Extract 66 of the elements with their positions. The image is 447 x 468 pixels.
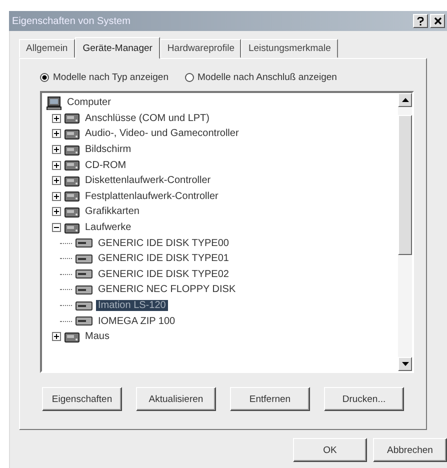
radio-label[interactable]: Modelle nach Typ anzeigen xyxy=(53,72,168,82)
dialog-button[interactable]: Drucken... xyxy=(324,387,404,411)
device-icon xyxy=(64,142,80,157)
up-arrow-icon xyxy=(402,98,408,102)
window-title: Eigenschaften von System xyxy=(12,16,132,26)
tab[interactable]: Allgemein xyxy=(19,39,75,58)
tree-item[interactable]: CD-ROM xyxy=(83,160,128,171)
dialog-button[interactable]: Entfernen xyxy=(230,387,310,411)
collapse-icon[interactable] xyxy=(52,223,61,232)
tree-item[interactable]: Anschlüsse (COM und LPT) xyxy=(83,112,212,124)
tab[interactable]: Leistungsmerkmale xyxy=(241,39,338,58)
help-button[interactable] xyxy=(413,14,428,28)
device-icon xyxy=(64,158,80,172)
tree-item[interactable]: GENERIC NEC FLOPPY DISK xyxy=(96,284,238,296)
dialog-button[interactable]: Aktualisieren xyxy=(136,387,216,411)
close-icon xyxy=(434,17,442,25)
drive-icon xyxy=(75,300,93,311)
drive-icon xyxy=(75,238,93,248)
tree-item[interactable]: Audio-, Video- und Gamecontroller xyxy=(83,128,241,140)
tree-item[interactable]: Festplattenlaufwerk-Controller xyxy=(83,190,220,202)
drive-icon xyxy=(75,269,93,280)
radio-label[interactable]: Modelle nach Anschluß anzeigen xyxy=(198,72,337,82)
device-icon xyxy=(64,126,80,141)
scrollbar[interactable] xyxy=(398,93,412,371)
tab[interactable]: Geräte-Manager xyxy=(74,37,160,59)
tree-item[interactable]: GENERIC IDE DISK TYPE02 xyxy=(96,268,231,280)
tab[interactable]: Hardwareprofile xyxy=(160,39,242,58)
dialog-button[interactable]: Eigenschaften xyxy=(42,387,122,411)
device-icon xyxy=(64,111,80,126)
tree-item[interactable]: Laufwerke xyxy=(83,222,134,234)
scroll-thumb[interactable] xyxy=(398,115,412,255)
tree-item[interactable]: Computer xyxy=(65,97,113,108)
device-icon xyxy=(64,330,80,344)
device-icon xyxy=(64,174,80,188)
tree-item[interactable]: Diskettenlaufwerk-Controller xyxy=(83,175,213,186)
tree-item[interactable]: IOMEGA ZIP 100 xyxy=(96,316,178,327)
radio-button[interactable] xyxy=(40,72,49,82)
help-icon xyxy=(417,16,424,26)
tree-item[interactable]: Maus xyxy=(83,331,112,342)
down-arrow-icon xyxy=(402,362,408,366)
tree-item[interactable]: Bildschirm xyxy=(83,144,134,156)
dialog-button[interactable]: OK xyxy=(293,438,367,462)
radio-button[interactable] xyxy=(184,72,194,82)
tree-item[interactable]: GENERIC IDE DISK TYPE00 xyxy=(96,238,231,249)
expand-icon[interactable] xyxy=(52,332,61,342)
expand-icon[interactable] xyxy=(52,207,61,216)
scroll-down-button[interactable] xyxy=(398,357,412,371)
device-icon xyxy=(64,220,80,235)
scroll-up-button[interactable] xyxy=(398,93,412,107)
device-icon xyxy=(64,189,80,204)
tree-item[interactable]: GENERIC IDE DISK TYPE01 xyxy=(96,253,231,264)
computer-icon xyxy=(46,96,62,110)
drive-icon xyxy=(75,316,93,326)
expand-icon[interactable] xyxy=(52,176,61,186)
expand-icon[interactable] xyxy=(52,160,61,170)
device-icon xyxy=(64,204,80,219)
tree-item[interactable]: Imation LS-120 xyxy=(96,300,168,312)
expand-icon[interactable] xyxy=(52,129,61,138)
expand-icon[interactable] xyxy=(52,114,61,123)
expand-icon[interactable] xyxy=(52,145,61,154)
drive-icon xyxy=(75,254,93,264)
expand-icon[interactable] xyxy=(52,192,61,201)
close-button[interactable] xyxy=(430,14,445,28)
drive-icon xyxy=(75,284,93,295)
tree-item[interactable]: Grafikkarten xyxy=(83,206,142,218)
dialog-button[interactable]: Abbrechen xyxy=(373,438,447,462)
